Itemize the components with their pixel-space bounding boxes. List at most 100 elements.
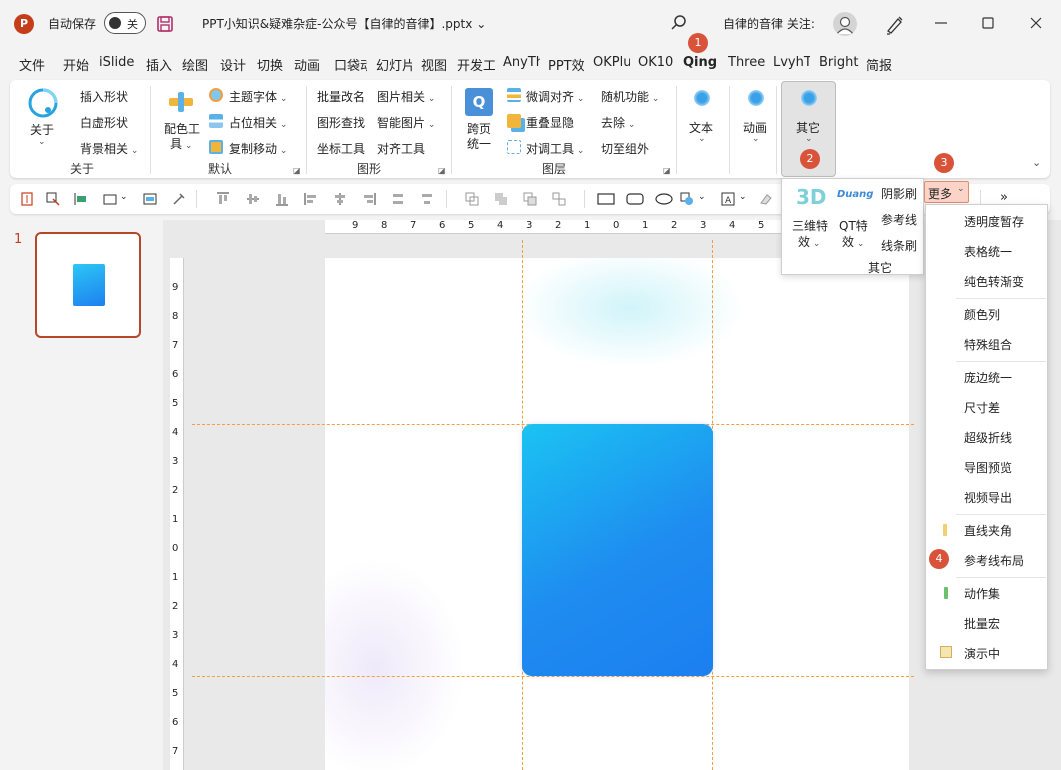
slide-thumbnail[interactable] <box>35 232 141 338</box>
white-shape-button[interactable]: 白虚形状 <box>80 114 128 131</box>
fragment-icon[interactable] <box>523 192 537 206</box>
align-right-icon[interactable] <box>362 192 376 206</box>
intersect-icon[interactable] <box>552 192 566 206</box>
dialog-launcher-icon[interactable]: ◪ <box>438 166 446 175</box>
copy-move-button[interactable]: 复制移动 ⌄ <box>229 140 287 157</box>
tab-okplus[interactable]: OKPlu <box>593 55 630 70</box>
document-title[interactable]: PPT小知识&疑难杂症-公众号【自律的音律】.pptx ⌄ <box>202 15 486 32</box>
menu-item[interactable]: 透明度暂存 <box>964 213 1024 230</box>
color-tool-icon[interactable] <box>167 90 195 114</box>
autosave-toggle[interactable]: 关 <box>104 12 146 34</box>
tab-slideshow[interactable]: 幻灯片 <box>376 55 412 74</box>
menu-item[interactable]: 演示中 <box>964 645 1000 662</box>
align-center-icon[interactable] <box>333 192 347 206</box>
tab-transitions[interactable]: 切换 <box>257 55 285 74</box>
tab-islide[interactable]: iSlide <box>99 55 135 70</box>
format-painter-icon[interactable] <box>172 192 186 206</box>
random-func-button[interactable]: 随机功能 ⌄ <box>601 88 659 105</box>
rounded-rect-icon[interactable] <box>626 192 644 206</box>
select-icon[interactable] <box>46 192 60 206</box>
chevron-down-icon[interactable]: ⌄ <box>698 192 712 206</box>
guide-line-horizontal[interactable] <box>192 676 914 677</box>
close-icon[interactable] <box>1027 14 1045 32</box>
cross-page-icon[interactable]: Q <box>465 88 493 116</box>
shape-find-button[interactable]: 图形查找 <box>317 114 365 131</box>
group-icon[interactable] <box>103 192 117 206</box>
align-left-icon[interactable] <box>304 192 318 206</box>
distribute-h-icon[interactable] <box>391 192 405 206</box>
chevron-down-icon[interactable]: ⌄ <box>120 192 134 206</box>
menu-item[interactable]: 直线夹角 <box>964 522 1012 539</box>
tab-ok10[interactable]: OK10 <box>638 55 676 70</box>
tab-developer[interactable]: 开发工 <box>457 55 495 74</box>
line-brush-button[interactable]: 线条刷 <box>881 237 917 254</box>
menu-item[interactable]: 动作集 <box>964 585 1000 602</box>
union-icon[interactable] <box>465 192 479 206</box>
minimize-icon[interactable] <box>932 14 950 32</box>
frame-icon[interactable] <box>143 192 157 206</box>
gradient-rectangle-shape[interactable] <box>522 424 713 676</box>
overlap-show-button[interactable]: 重叠显隐 <box>526 114 574 131</box>
menu-item[interactable]: 表格统一 <box>964 243 1012 260</box>
tab-bright[interactable]: Bright <box>819 55 859 70</box>
ellipse-icon[interactable] <box>655 192 673 206</box>
qt-effect-button[interactable]: QT特 <box>839 217 868 234</box>
tab-design[interactable]: 设计 <box>220 55 248 74</box>
swap-tool-button[interactable]: 对调工具 ⌄ <box>526 140 584 157</box>
rectangle-icon[interactable] <box>597 192 615 206</box>
batch-rename-button[interactable]: 批量改名 <box>317 88 365 105</box>
menu-item[interactable]: 庞边统一 <box>964 369 1012 386</box>
tab-draw[interactable]: 绘图 <box>182 55 210 74</box>
tab-file[interactable]: 文件 <box>19 55 47 74</box>
align-top-icon[interactable] <box>216 192 230 206</box>
menu-item[interactable]: 超级折线 <box>964 429 1012 446</box>
align-bottom-icon[interactable] <box>275 192 289 206</box>
text-box-icon[interactable]: A <box>721 192 735 206</box>
three-d-effect-button[interactable]: 三维特 <box>792 217 828 234</box>
menu-item[interactable]: 视频导出 <box>964 489 1012 506</box>
search-icon[interactable] <box>669 13 689 33</box>
menu-item-guide-layout[interactable]: 参考线布局 <box>964 552 1024 569</box>
save-icon[interactable] <box>156 15 174 33</box>
tab-animations[interactable]: 动画 <box>294 55 322 74</box>
shapes-icon[interactable] <box>680 192 694 206</box>
menu-item[interactable]: 纯色转渐变 <box>964 273 1024 290</box>
dialog-launcher-icon[interactable]: ◪ <box>293 166 301 175</box>
toolbar-overflow-button[interactable]: » <box>1000 190 1008 205</box>
about-icon[interactable] <box>26 86 60 120</box>
vertical-align-icon[interactable] <box>20 192 34 206</box>
tab-pocket-anim[interactable]: 口袋动 <box>334 55 367 74</box>
placeholder-button[interactable]: 占位相关 ⌄ <box>229 114 287 131</box>
insert-shape-button[interactable]: 插入形状 <box>80 88 128 105</box>
tab-lvyht[interactable]: LvyhT <box>773 55 810 70</box>
align-tool-button[interactable]: 对齐工具 <box>377 140 425 157</box>
eraser-icon[interactable] <box>759 192 773 206</box>
distribute-icon[interactable] <box>74 192 88 206</box>
tab-three[interactable]: Three <box>728 55 765 70</box>
tab-ppt-effect[interactable]: PPT效 <box>548 55 585 74</box>
tab-view[interactable]: 视图 <box>421 55 449 74</box>
image-related-button[interactable]: 图片相关 ⌄ <box>377 88 435 105</box>
tab-insert[interactable]: 插入 <box>146 55 174 74</box>
menu-item[interactable]: 尺寸差 <box>964 399 1000 416</box>
cut-to-group-button[interactable]: 切至组外 <box>601 140 649 157</box>
menu-item[interactable]: 颜色列 <box>964 306 1000 323</box>
guide-line-button[interactable]: 参考线 <box>881 211 917 228</box>
maximize-icon[interactable] <box>979 14 997 32</box>
combine-icon[interactable] <box>494 192 508 206</box>
avatar[interactable] <box>833 12 857 36</box>
theme-font-button[interactable]: 主题字体 ⌄ <box>229 88 287 105</box>
menu-item[interactable]: 批量宏 <box>964 615 1000 632</box>
more-button[interactable]: 更多 ⌄ <box>924 181 969 203</box>
menu-item[interactable]: 导图预览 <box>964 459 1012 476</box>
bg-related-button[interactable]: 背景相关 ⌄ <box>80 140 138 157</box>
pen-icon[interactable] <box>884 13 906 35</box>
align-middle-icon[interactable] <box>246 192 260 206</box>
collapse-ribbon-icon[interactable]: ⌄ <box>1032 156 1041 169</box>
tab-home[interactable]: 开始 <box>63 55 91 74</box>
tab-qing[interactable]: Qing <box>683 55 719 70</box>
coord-tool-button[interactable]: 坐标工具 <box>317 140 365 157</box>
tab-anyth[interactable]: AnyTh <box>503 55 540 70</box>
fine-align-button[interactable]: 微调对齐 ⌄ <box>526 88 584 105</box>
chevron-down-icon[interactable]: ⌄ <box>739 192 753 206</box>
